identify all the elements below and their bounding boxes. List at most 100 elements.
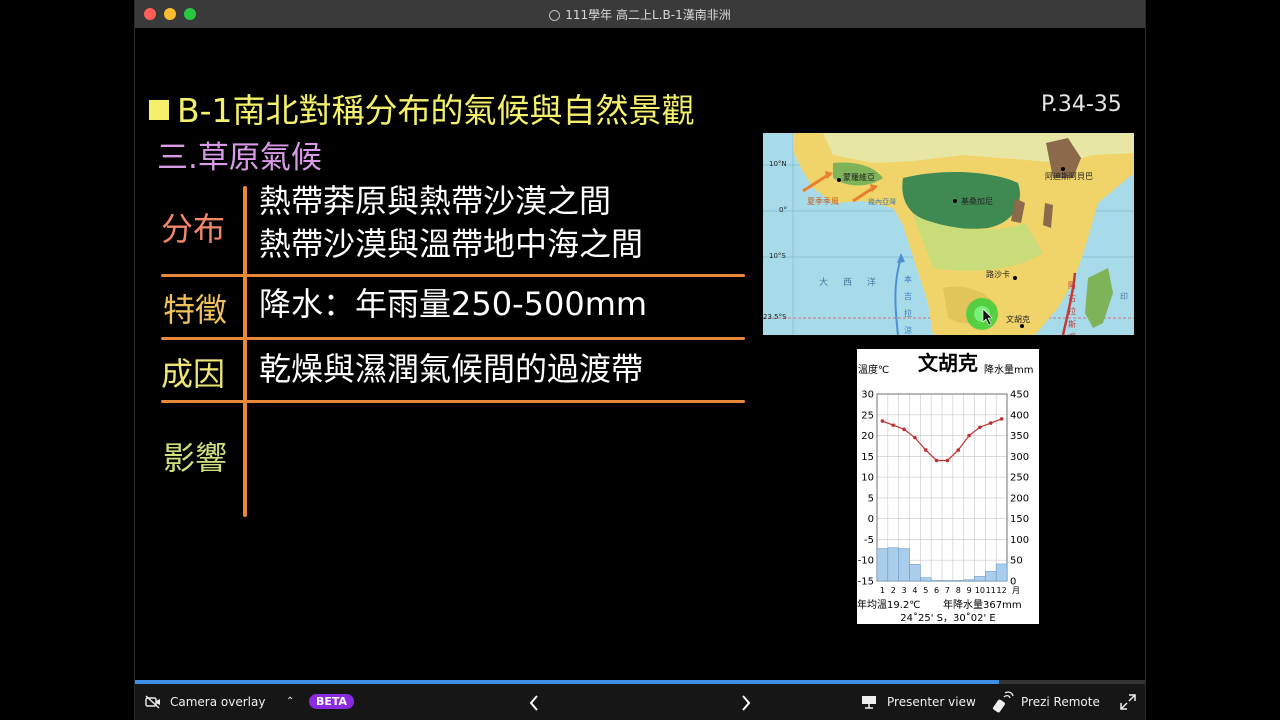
map-label-indian-ocean: 印 — [1120, 292, 1128, 301]
precip-tick-label: 300 — [1010, 452, 1029, 463]
precip-tick-label: 250 — [1010, 473, 1029, 484]
precip-tick-label: 50 — [1010, 556, 1023, 567]
temp-tick-label: 15 — [861, 452, 874, 463]
row-label-causes: 成因 — [161, 355, 226, 393]
window-title-text: 111學年 高二上L.B-1漢南非洲 — [565, 8, 731, 22]
temperature-point — [902, 427, 906, 432]
temp-tick-label: -10 — [858, 556, 874, 567]
camera-off-icon[interactable] — [145, 695, 161, 709]
month-tick-label: 9 — [967, 586, 972, 595]
row-label-features: 特徵 — [163, 291, 228, 329]
precip-bar — [963, 579, 975, 582]
prezi-icon — [549, 10, 561, 21]
temperature-point — [880, 419, 885, 423]
beta-badge: BETA — [309, 694, 355, 709]
camera-overlay-button[interactable]: Camera overlay — [170, 695, 265, 709]
title-bar: 111學年 高二上L.B-1漢南非洲 — [135, 0, 1145, 29]
climograph-svg: 302520151050-5-10-1545040035030025020015… — [858, 390, 1029, 596]
row-content-features: 降水：年雨量250-500mm — [259, 285, 648, 323]
precip-bar — [995, 563, 1008, 582]
temp-tick-label: -5 — [864, 535, 874, 546]
precip-tick-label: 450 — [1010, 390, 1029, 401]
row-label-distribution: 分布 — [161, 210, 226, 248]
presenter-view-button[interactable]: Presenter view — [887, 695, 976, 709]
temperature-point — [891, 423, 896, 427]
map-label-windhoek: 文胡克 — [1006, 315, 1030, 324]
map-svg — [763, 133, 1134, 335]
table-divider-1 — [161, 274, 745, 277]
windhoek-climograph: 溫度℃ 文胡克 降水量mm 30 25 20 15 10 5 0 -5 -10 -15 450 400… — [857, 349, 1039, 624]
precip-bar — [887, 547, 899, 582]
presenter-view-icon[interactable] — [861, 695, 877, 709]
precip-bar — [876, 548, 889, 582]
slide-heading-text: B-1南北對稱分布的氣候與自然景觀 — [177, 91, 695, 130]
temperature-point — [956, 448, 961, 452]
temperature-point — [945, 458, 950, 463]
distribution-line-2: 熱帶沙漠與溫帶地中海之間 — [259, 225, 644, 263]
map-label-agulhas-current: 阿古拉斯暖流 — [1068, 281, 1076, 335]
month-tick-label: 3 — [902, 586, 907, 595]
month-tick-label: 11 — [986, 586, 996, 595]
lat-23-5s-label: 23.5°S — [763, 313, 787, 321]
station-coordinates: 24˚25' S，30˚02' E — [900, 613, 996, 624]
map-label-kisangani: 基桑加尼 — [961, 197, 993, 206]
temperature-point — [978, 425, 982, 430]
precip-bar — [898, 548, 910, 582]
distribution-line-1: 熱帶莽原與熱帶沙漠之間 — [259, 182, 612, 220]
temp-tick-label: 25 — [861, 410, 874, 421]
temp-tick-label: 30 — [861, 390, 874, 401]
month-unit-label: 月 — [1012, 586, 1020, 595]
window-title: 111學年 高二上L.B-1漢南非洲 — [135, 6, 1145, 23]
slide-canvas: B-1南北對稱分布的氣候與自然景觀 P.34-35 三.草原氣候 分布 熱帶莽原… — [135, 28, 1145, 680]
map-label-ocean-3: 洋 — [867, 278, 877, 288]
square-bullet-icon — [149, 100, 169, 120]
map-label-monrovia: 蒙羅維亞 — [843, 173, 875, 182]
previous-slide-icon[interactable] — [529, 695, 539, 711]
month-tick-label: 8 — [956, 586, 961, 595]
precip-bar — [985, 571, 997, 582]
next-slide-icon[interactable] — [741, 695, 751, 711]
chevron-up-icon[interactable]: ⌃ — [286, 696, 294, 707]
month-tick-label: 4 — [912, 586, 917, 595]
temperature-point — [988, 421, 993, 425]
temperature-point — [967, 433, 971, 438]
temp-tick-label: 0 — [868, 514, 874, 525]
presentation-window: 111學年 高二上L.B-1漢南非洲 B-1南北對稱分布的氣候與自然景觀 P.3… — [134, 0, 1146, 720]
slide-heading: B-1南北對稱分布的氣候與自然景觀 — [149, 84, 695, 132]
temperature-point — [923, 448, 928, 452]
temperature-point — [913, 435, 917, 440]
page-reference: P.34-35 — [1041, 92, 1122, 117]
temperature-point — [934, 458, 939, 463]
temperature-point — [999, 417, 1004, 421]
table-vertical-divider — [243, 186, 247, 517]
map-label-gulf-of-guinea: 幾內亞灣 — [868, 198, 896, 206]
lat-10s-label: 10°S — [769, 252, 786, 260]
precip-tick-label: 350 — [1010, 431, 1029, 442]
map-label-summer-monsoon: 夏季季風 — [807, 197, 839, 206]
table-divider-3 — [161, 400, 745, 403]
map-label-ocean-2: 西 — [843, 278, 853, 288]
precip-bar — [909, 564, 921, 582]
month-tick-label: 6 — [934, 586, 939, 595]
table-divider-2 — [161, 337, 745, 340]
lat-10n-label: 10°N — [769, 160, 787, 168]
map-label-addis-ababa: 阿迪斯阿貝巴 — [1045, 172, 1093, 181]
row-content-distribution: 熱帶莽原與熱帶沙漠之間 熱帶沙漠與溫帶地中海之間 — [259, 180, 643, 266]
month-tick-label: 5 — [923, 586, 928, 595]
row-content-causes: 乾燥與濕潤氣候間的過渡帶 — [259, 350, 644, 388]
month-tick-label: 7 — [945, 586, 950, 595]
row-label-impact: 影響 — [163, 439, 228, 477]
precip-tick-label: 100 — [1010, 535, 1029, 546]
prezi-remote-button[interactable]: Prezi Remote — [1021, 695, 1100, 709]
map-label-benguela-current: 本吉拉涼流 — [904, 275, 912, 335]
month-tick-label: 1 — [880, 586, 885, 595]
precip-bar — [920, 577, 932, 582]
map-label-ocean-1: 大 — [819, 278, 829, 288]
fullscreen-icon[interactable] — [1120, 694, 1136, 710]
month-tick-label: 12 — [996, 586, 1006, 595]
temp-tick-label: -15 — [858, 577, 874, 588]
remote-icon[interactable] — [992, 691, 1014, 713]
lat-0-label: 0° — [779, 206, 787, 214]
presenter-toolbar: Camera overlay ⌃ BETA Presenter view Pre… — [135, 684, 1145, 720]
southern-africa-map: 10°N 0° 10°S 23.5°S 蒙羅維亞 阿迪斯阿貝巴 基桑加尼 路沙卡… — [763, 133, 1134, 335]
